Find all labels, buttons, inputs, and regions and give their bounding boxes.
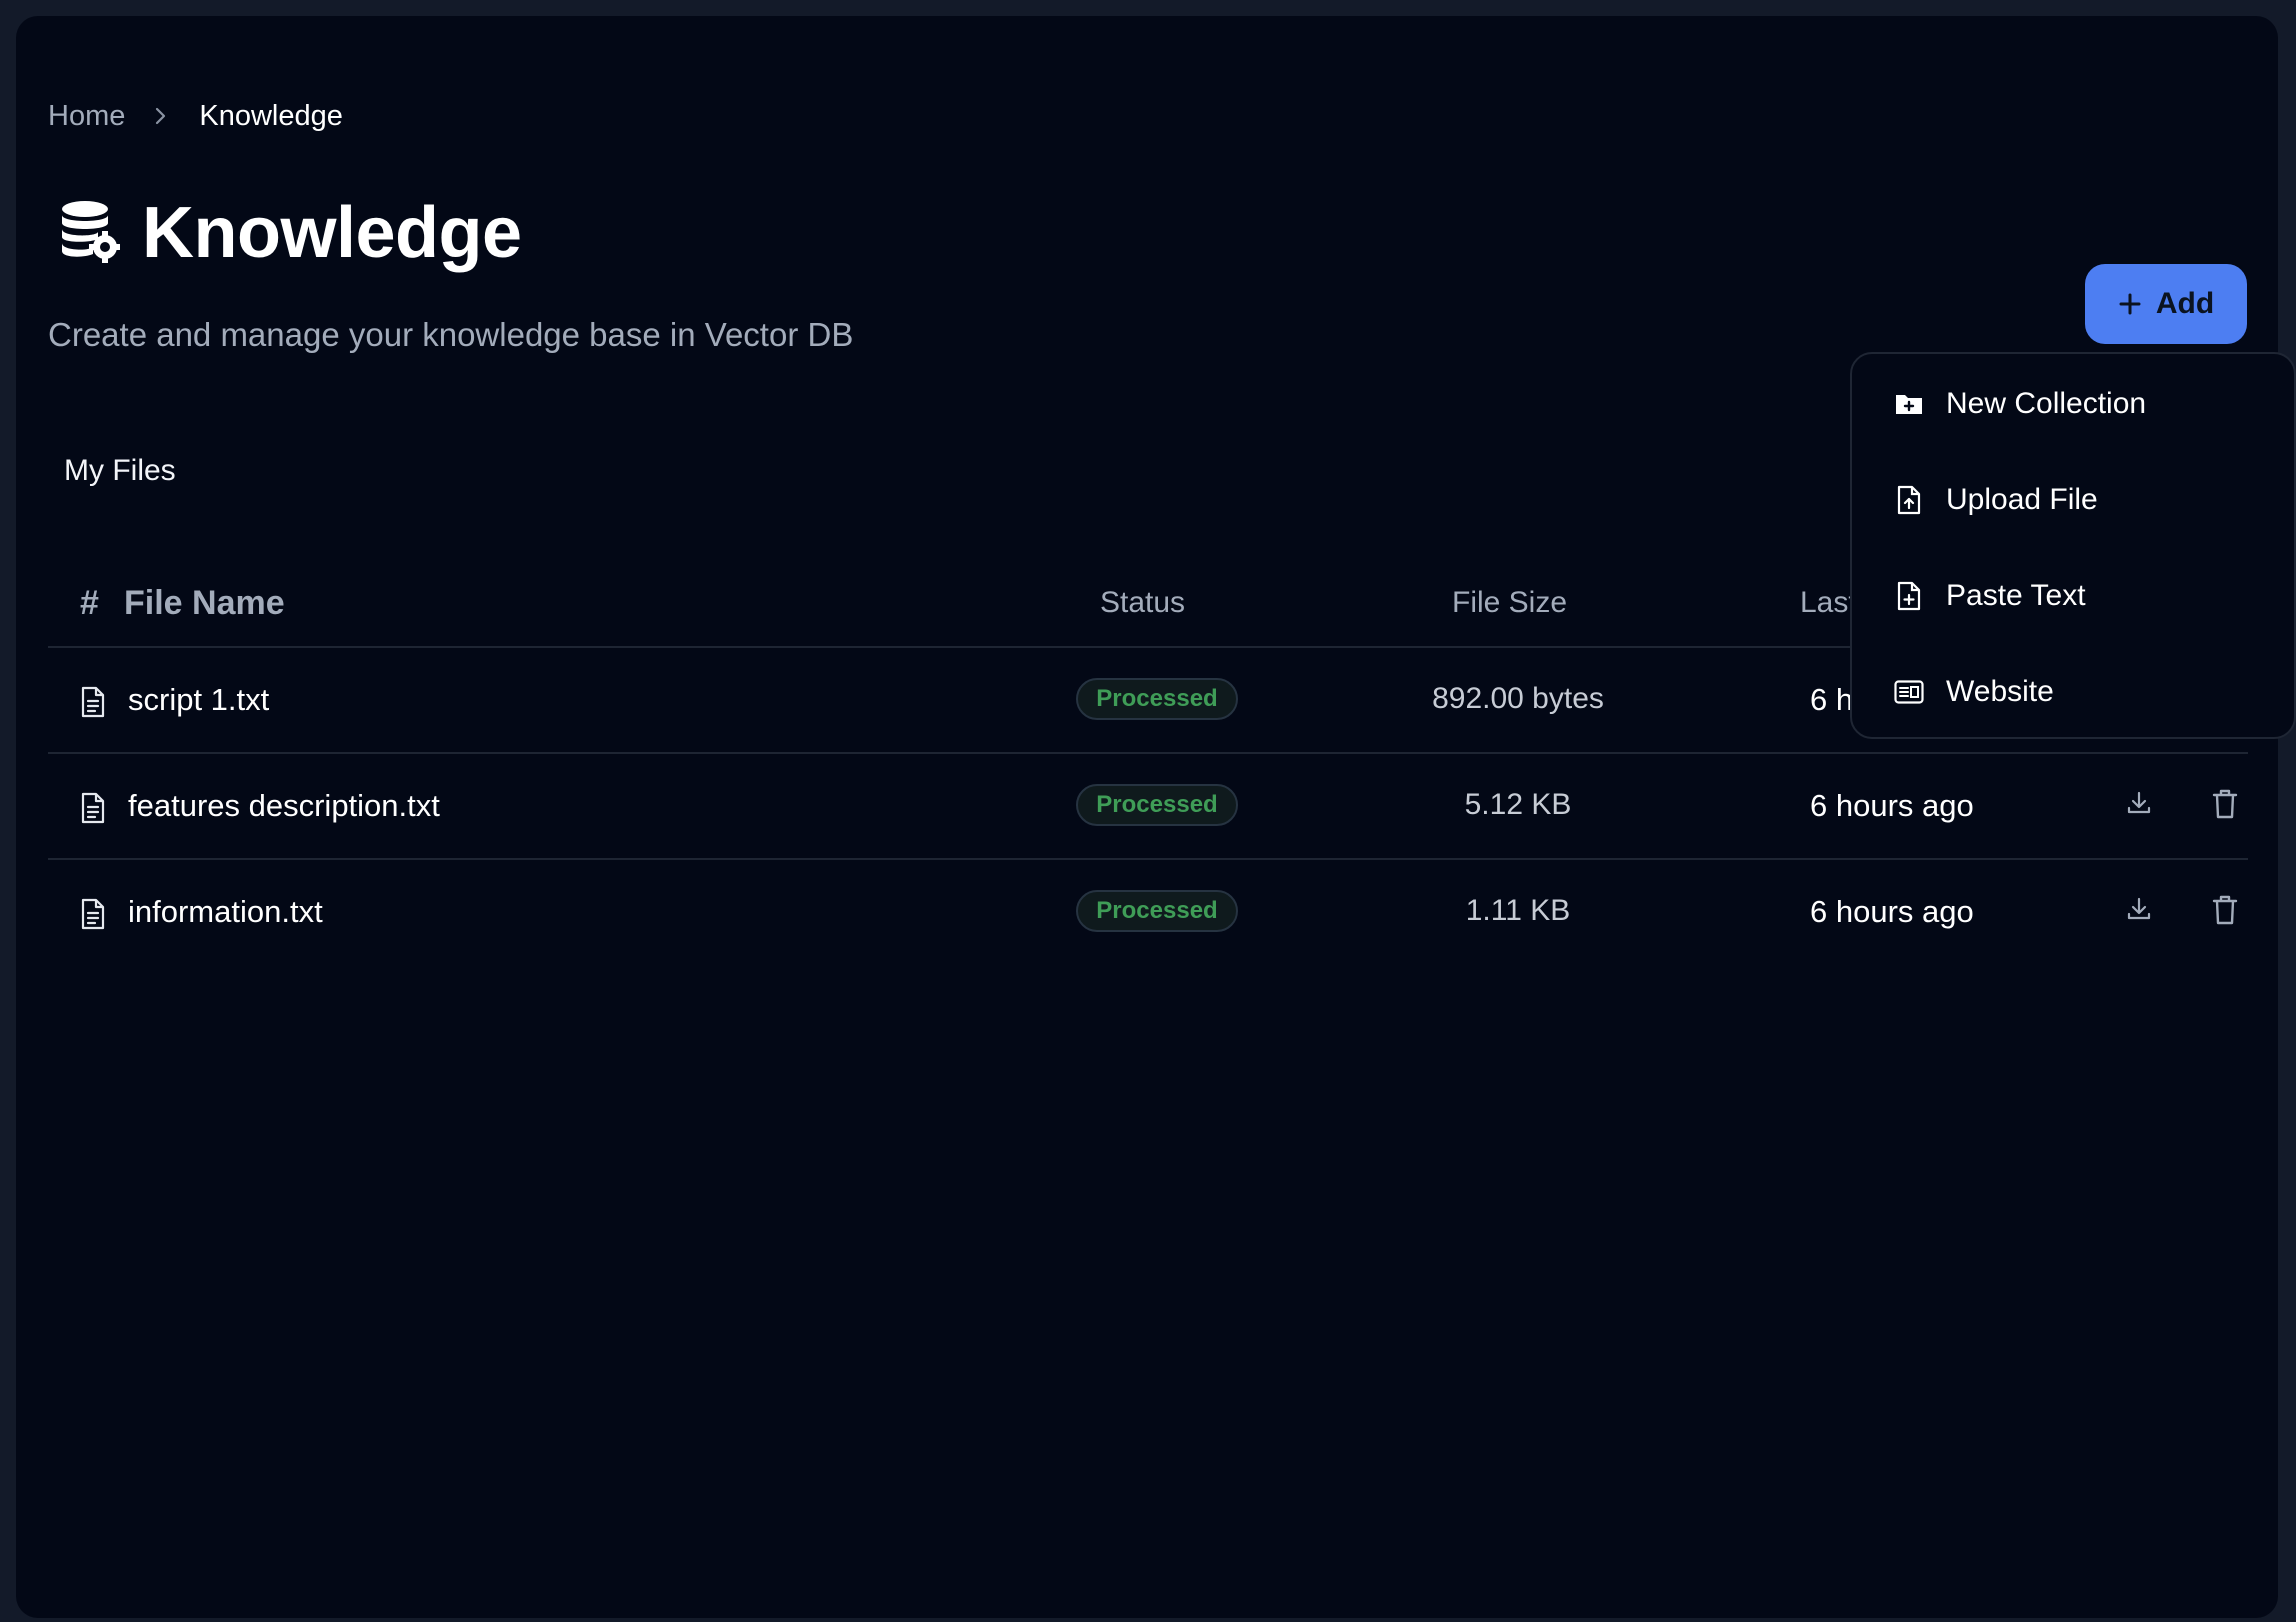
menu-item-website[interactable]: Website bbox=[1892, 668, 2054, 716]
download-icon[interactable] bbox=[2126, 896, 2152, 927]
last-modified: 6 hours ago bbox=[1810, 894, 1974, 929]
table-row[interactable]: information.txt Processed 1.11 KB 6 hour… bbox=[48, 860, 2248, 964]
chevron-right-icon bbox=[153, 105, 169, 127]
table-row[interactable]: features description.txt Processed 5.12 … bbox=[48, 754, 2248, 860]
breadcrumb-current: Knowledge bbox=[199, 99, 343, 132]
breadcrumb: Home Knowledge bbox=[48, 96, 343, 136]
file-name[interactable]: features description.txt bbox=[128, 788, 440, 824]
file-text-icon bbox=[80, 792, 106, 829]
main-panel: Home Knowledge Knowledge Create and mana… bbox=[16, 16, 2278, 1618]
status-badge: Processed bbox=[1076, 784, 1238, 826]
plus-icon bbox=[2118, 292, 2142, 316]
file-upload-icon bbox=[1892, 485, 1926, 515]
column-header-last-modified[interactable]: Last bbox=[1800, 586, 1857, 620]
add-dropdown-menu: New Collection Upload File Paste Text We… bbox=[1850, 352, 2296, 739]
column-header-status[interactable]: Status bbox=[1100, 586, 1185, 620]
menu-item-label: New Collection bbox=[1946, 387, 2147, 420]
column-header-index: # bbox=[80, 584, 99, 622]
tab-my-files[interactable]: My Files bbox=[64, 454, 176, 488]
folder-plus-icon bbox=[1892, 392, 1926, 416]
file-name[interactable]: script 1.txt bbox=[128, 682, 269, 718]
trash-icon[interactable] bbox=[2212, 788, 2238, 825]
menu-item-new-collection[interactable]: New Collection bbox=[1892, 380, 2146, 428]
file-plus-icon bbox=[1892, 581, 1926, 611]
file-text-icon bbox=[80, 898, 106, 935]
status-badge: Processed bbox=[1076, 890, 1238, 932]
column-header-file-size[interactable]: File Size bbox=[1452, 586, 1567, 620]
menu-item-paste-text[interactable]: Paste Text bbox=[1892, 572, 2086, 620]
page-title: Knowledge bbox=[142, 193, 522, 273]
trash-icon[interactable] bbox=[2212, 894, 2238, 931]
database-gear-icon bbox=[60, 199, 120, 268]
menu-item-label: Website bbox=[1946, 675, 2054, 708]
status-badge: Processed bbox=[1076, 678, 1238, 720]
file-size: 1.11 KB bbox=[1465, 894, 1571, 927]
file-name[interactable]: information.txt bbox=[128, 894, 323, 930]
breadcrumb-home[interactable]: Home bbox=[48, 100, 125, 133]
add-button-label: Add bbox=[2155, 287, 2215, 320]
menu-item-label: Paste Text bbox=[1946, 579, 2086, 612]
page-header: Knowledge bbox=[60, 192, 522, 274]
add-button[interactable]: Add bbox=[2085, 264, 2247, 344]
page-subtitle: Create and manage your knowledge base in… bbox=[48, 316, 854, 353]
column-header-file-name[interactable]: File Name bbox=[124, 584, 285, 623]
file-text-icon bbox=[80, 686, 106, 723]
file-size: 5.12 KB bbox=[1464, 788, 1572, 821]
menu-item-label: Upload File bbox=[1946, 483, 2098, 516]
menu-item-upload-file[interactable]: Upload File bbox=[1892, 476, 2098, 524]
file-size: 892.00 bytes bbox=[1432, 682, 1604, 715]
download-icon[interactable] bbox=[2126, 790, 2152, 821]
website-icon bbox=[1892, 680, 1926, 704]
last-modified: 6 hours ago bbox=[1810, 788, 1974, 823]
